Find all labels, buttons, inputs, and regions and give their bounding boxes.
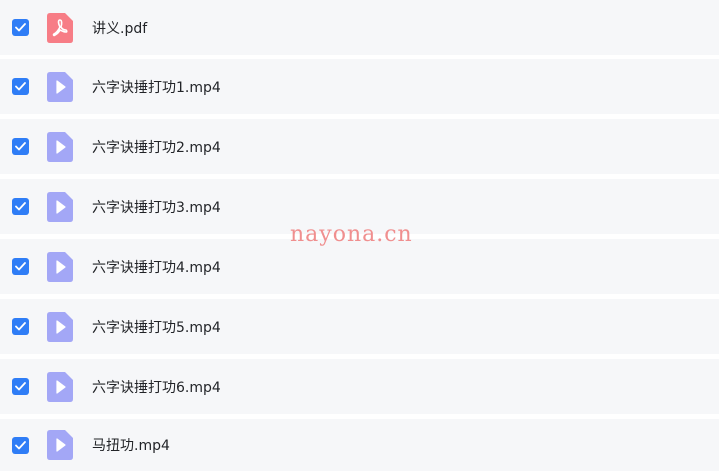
- file-row[interactable]: 六字诀捶打功4.mp4: [0, 239, 719, 294]
- file-name: 六字诀捶打功2.mp4: [92, 139, 221, 156]
- file-row[interactable]: 讲义.pdf: [0, 0, 719, 55]
- video-file-icon: [47, 371, 73, 402]
- file-name: 六字诀捶打功4.mp4: [92, 259, 221, 276]
- pdf-icon: [47, 12, 73, 43]
- checkbox[interactable]: [12, 436, 29, 454]
- file-row[interactable]: 六字诀捶打功2.mp4: [0, 119, 719, 174]
- file-name: 六字诀捶打功6.mp4: [92, 379, 221, 396]
- checkbox[interactable]: [12, 198, 29, 215]
- file-list: 讲义.pdf 六字诀捶打功1.mp4 六字诀捶打功2.mp4 六字诀捶打功3.m…: [0, 0, 719, 471]
- checkbox[interactable]: [12, 19, 29, 36]
- file-name: 六字诀捶打功1.mp4: [92, 79, 221, 96]
- checkbox[interactable]: [12, 318, 29, 335]
- video-file-icon: [47, 311, 73, 342]
- file-row[interactable]: 马扭功.mp4: [0, 419, 719, 471]
- file-name: 六字诀捶打功5.mp4: [92, 319, 221, 336]
- video-file-icon: [47, 430, 73, 460]
- file-row[interactable]: 六字诀捶打功1.mp4: [0, 59, 719, 114]
- file-name: 马扭功.mp4: [92, 438, 170, 454]
- file-name: 六字诀捶打功3.mp4: [92, 199, 221, 216]
- video-file-icon: [47, 251, 73, 282]
- checkbox[interactable]: [12, 258, 29, 275]
- video-file-icon: [47, 131, 73, 162]
- video-file-icon: [47, 191, 73, 222]
- file-name: 讲义.pdf: [92, 20, 148, 37]
- file-row[interactable]: 六字诀捶打功5.mp4: [0, 299, 719, 354]
- file-row[interactable]: 六字诀捶打功6.mp4: [0, 359, 719, 414]
- checkbox[interactable]: [12, 138, 29, 155]
- checkbox[interactable]: [12, 78, 29, 95]
- file-row[interactable]: 六字诀捶打功3.mp4: [0, 179, 719, 234]
- checkbox[interactable]: [12, 378, 29, 395]
- video-file-icon: [47, 71, 73, 102]
